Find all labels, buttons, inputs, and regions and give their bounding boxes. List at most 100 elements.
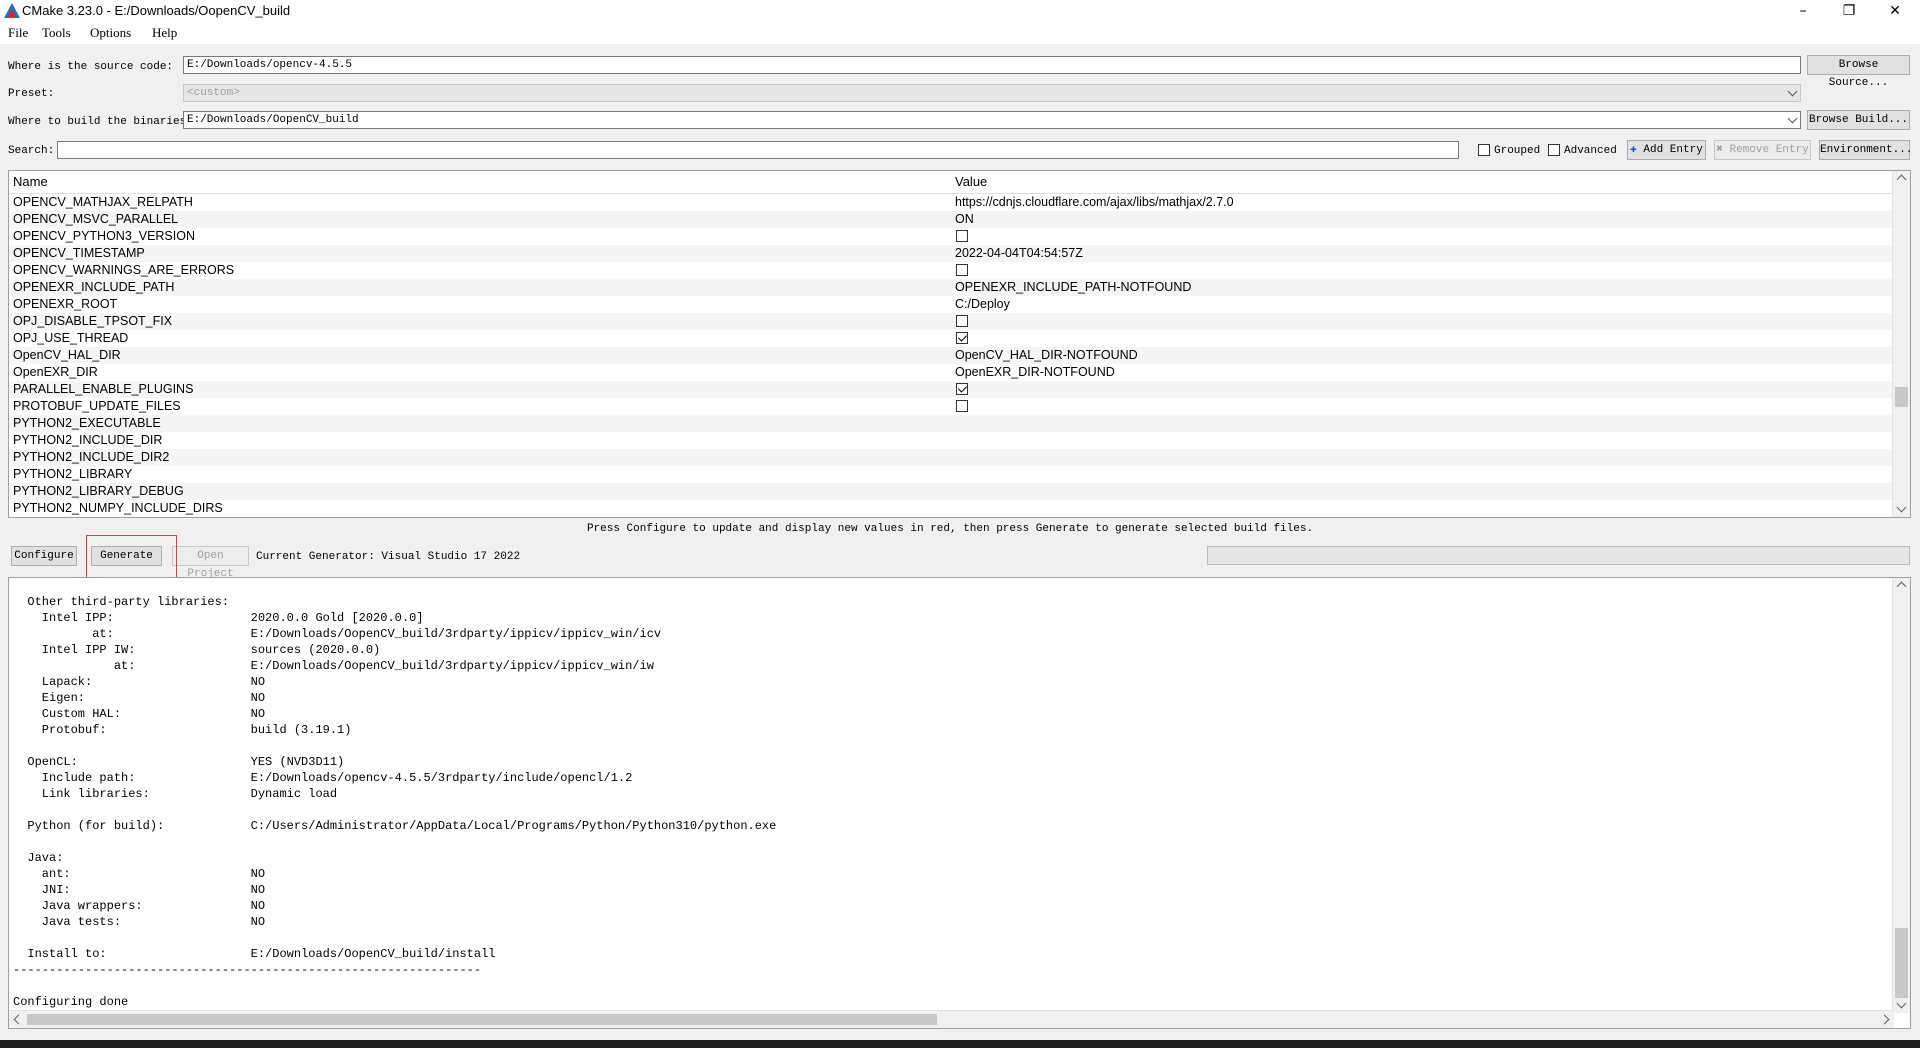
row-value[interactable]: OpenEXR_DIR-NOTFOUND — [955, 364, 1115, 381]
table-row[interactable]: PARALLEL_ENABLE_PLUGINS — [9, 381, 1893, 398]
row-value-checkbox[interactable] — [956, 315, 968, 327]
row-name: OPJ_USE_THREAD — [13, 331, 129, 345]
output-vertical-scrollbar[interactable] — [1892, 578, 1910, 1013]
chevron-down-icon[interactable] — [1787, 113, 1798, 124]
table-row[interactable]: PYTHON2_EXECUTABLE — [9, 415, 1893, 432]
table-rows: OPENCV_MATHJAX_RELPATH https://cdnjs.clou… — [9, 194, 1893, 517]
grouped-checkbox[interactable] — [1478, 144, 1490, 156]
row-name: OPENCV_MSVC_PARALLEL — [13, 212, 179, 226]
table-row[interactable]: OPENCV_MATHJAX_RELPATH https://cdnjs.clou… — [9, 194, 1893, 211]
row-name: OpenCV_HAL_DIR — [13, 348, 121, 362]
menu-help[interactable]: Help — [152, 25, 177, 41]
row-name: OpenEXR_DIR — [13, 365, 98, 379]
scroll-right-arrow-icon[interactable] — [1879, 1014, 1890, 1025]
search-input[interactable] — [57, 141, 1459, 159]
table-row[interactable]: PYTHON2_LIBRARY — [9, 466, 1893, 483]
row-name: OPENCV_MATHJAX_RELPATH — [13, 195, 193, 209]
row-name: PYTHON2_LIBRARY — [13, 467, 133, 481]
row-value-checkbox[interactable] — [956, 230, 968, 242]
close-button[interactable]: ✕ — [1872, 0, 1918, 22]
output-log-text: Other third-party libraries: Intel IPP: … — [13, 595, 777, 1009]
remove-entry-label: Remove Entry — [1729, 144, 1809, 156]
browse-build-button[interactable]: Browse Build... — [1807, 110, 1910, 130]
table-vertical-scrollbar[interactable] — [1892, 171, 1910, 517]
row-value[interactable]: https://cdnjs.cloudflare.com/ajax/libs/m… — [955, 194, 1234, 211]
row-value-checkbox[interactable] — [956, 400, 968, 412]
minimize-button[interactable]: – — [1780, 0, 1826, 22]
remove-icon: ✖ — [1716, 144, 1723, 156]
preset-select: <custom> — [183, 84, 1801, 102]
table-row[interactable]: PROTOBUF_UPDATE_FILES — [9, 398, 1893, 415]
scrollbar-thumb[interactable] — [1895, 387, 1908, 407]
row-name: PYTHON2_INCLUDE_DIR2 — [13, 450, 170, 464]
title-bar: CMake 3.23.0 - E:/Downloads/OopenCV_buil… — [0, 0, 1920, 22]
output-log[interactable]: Other third-party libraries: Intel IPP: … — [8, 577, 1911, 1029]
scroll-down-arrow-icon[interactable] — [1896, 998, 1907, 1009]
source-path-input[interactable]: E:/Downloads/opencv-4.5.5 — [183, 56, 1801, 74]
table-row[interactable]: OPENEXR_ROOT C:/Deploy — [9, 296, 1893, 313]
menu-tools[interactable]: Tools — [42, 25, 71, 41]
remove-entry-button: ✖ Remove Entry — [1714, 140, 1811, 160]
row-value[interactable]: OPENEXR_INCLUDE_PATH-NOTFOUND — [955, 279, 1191, 296]
table-row[interactable]: OPENCV_WARNINGS_ARE_ERRORS — [9, 262, 1893, 279]
scroll-down-arrow-icon[interactable] — [1896, 502, 1907, 513]
preset-label: Preset: — [8, 88, 55, 100]
cache-table[interactable]: Name Value OPENCV_MATHJAX_RELPATH https:/… — [8, 170, 1911, 518]
table-row[interactable]: OPENCV_PYTHON3_VERSION — [9, 228, 1893, 245]
row-value[interactable]: OpenCV_HAL_DIR-NOTFOUND — [955, 347, 1138, 364]
maximize-button[interactable]: ❐ — [1826, 0, 1872, 22]
table-row[interactable]: OPENEXR_INCLUDE_PATH OPENEXR_INCLUDE_PATH… — [9, 279, 1893, 296]
menu-file[interactable]: File — [8, 25, 28, 41]
browse-source-button[interactable]: Browse Source... — [1807, 55, 1910, 89]
advanced-checkbox[interactable] — [1548, 144, 1560, 156]
open-project-button: Open Project — [172, 546, 249, 580]
scrollbar-thumb[interactable] — [27, 1014, 937, 1025]
row-value-checkbox[interactable] — [956, 383, 968, 395]
table-row[interactable]: OpenCV_HAL_DIR OpenCV_HAL_DIR-NOTFOUND — [9, 347, 1893, 364]
taskbar — [0, 1040, 1920, 1048]
table-row[interactable]: OPJ_DISABLE_TPSOT_FIX — [9, 313, 1893, 330]
table-row[interactable]: OpenEXR_DIR OpenEXR_DIR-NOTFOUND — [9, 364, 1893, 381]
build-path-input[interactable]: E:/Downloads/OopenCV_build — [183, 111, 1801, 129]
row-value-checkbox[interactable] — [956, 332, 968, 344]
row-name: OPENCV_PYTHON3_VERSION — [13, 229, 195, 243]
environment-button[interactable]: Environment... — [1819, 140, 1912, 160]
output-horizontal-scrollbar[interactable] — [9, 1010, 1894, 1028]
window-title: CMake 3.23.0 - E:/Downloads/OopenCV_buil… — [22, 3, 291, 18]
current-generator-label: Current Generator: Visual Studio 17 2022 — [256, 551, 521, 563]
table-row[interactable]: OPENCV_MSVC_PARALLEL ON — [9, 211, 1893, 228]
table-row[interactable]: PYTHON2_INCLUDE_DIR — [9, 432, 1893, 449]
build-label: Where to build the binaries: — [8, 116, 193, 128]
scroll-up-arrow-icon[interactable] — [1896, 174, 1907, 185]
row-name: PYTHON2_INCLUDE_DIR — [13, 433, 163, 447]
add-entry-label: Add Entry — [1643, 144, 1703, 156]
chevron-down-icon — [1787, 86, 1798, 97]
row-value[interactable]: ON — [955, 211, 974, 228]
add-entry-button[interactable]: ✚ Add Entry — [1627, 140, 1706, 160]
scrollbar-thumb[interactable] — [1895, 928, 1908, 998]
scroll-left-arrow-icon[interactable] — [13, 1014, 24, 1025]
row-name: PARALLEL_ENABLE_PLUGINS — [13, 382, 194, 396]
row-value-checkbox[interactable] — [956, 264, 968, 276]
menu-options[interactable]: Options — [90, 25, 131, 41]
row-name: OPENEXR_INCLUDE_PATH — [13, 280, 175, 294]
table-row[interactable]: PYTHON2_INCLUDE_DIR2 — [9, 449, 1893, 466]
table-row[interactable]: OPJ_USE_THREAD — [9, 330, 1893, 347]
table-row[interactable]: OPENCV_TIMESTAMP 2022-04-04T04:54:57Z — [9, 245, 1893, 262]
scroll-up-arrow-icon[interactable] — [1896, 581, 1907, 592]
row-value[interactable]: 2022-04-04T04:54:57Z — [955, 245, 1083, 262]
row-value[interactable]: C:/Deploy — [955, 296, 1010, 313]
source-label: Where is the source code: — [8, 61, 174, 73]
table-header: Name Value — [9, 171, 1893, 194]
grouped-label: Grouped — [1494, 145, 1541, 157]
table-row[interactable]: PYTHON2_NUMPY_INCLUDE_DIRS — [9, 500, 1893, 517]
row-name: OPJ_DISABLE_TPSOT_FIX — [13, 314, 173, 328]
row-name: OPENEXR_ROOT — [13, 297, 118, 311]
configure-button[interactable]: Configure — [11, 546, 77, 566]
column-header-name[interactable]: Name — [13, 174, 48, 189]
cmake-logo-icon — [4, 3, 20, 18]
column-header-value[interactable]: Value — [955, 174, 987, 189]
table-row[interactable]: PYTHON2_LIBRARY_DEBUG — [9, 483, 1893, 500]
hint-text: Press Configure to update and display ne… — [586, 523, 1314, 535]
row-name: PYTHON2_EXECUTABLE — [13, 416, 161, 430]
